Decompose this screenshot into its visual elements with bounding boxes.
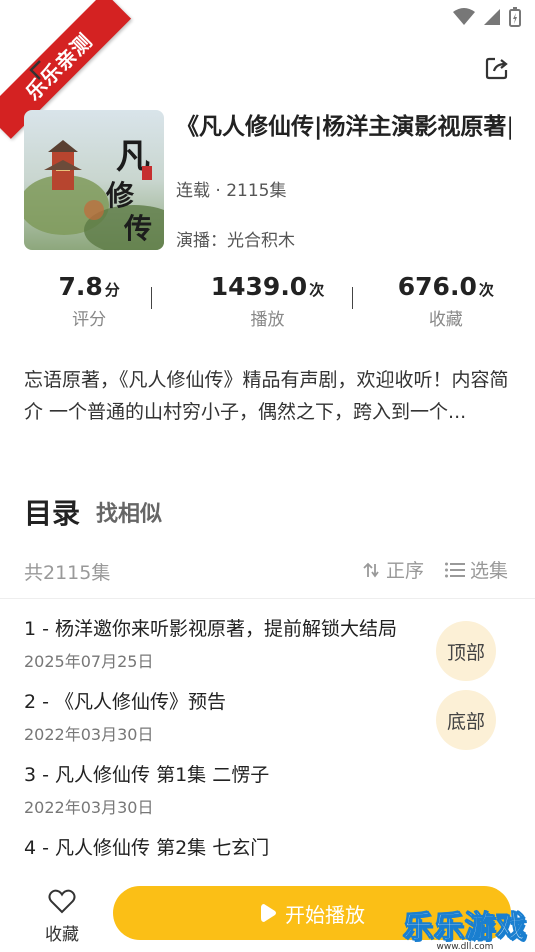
episode-item[interactable]: 2 - 《凡人修仙传》预告 2022年03月30日 <box>24 689 444 745</box>
episode-date: 2025年07月25日 <box>24 652 154 671</box>
stat-rating-value: 7.8 <box>58 272 103 301</box>
stat-divider <box>151 287 152 309</box>
episode-date: 2022年03月30日 <box>24 798 154 817</box>
svg-text:修: 修 <box>105 179 135 212</box>
scroll-bottom-button[interactable]: 底部 <box>436 690 496 750</box>
play-icon <box>261 904 276 922</box>
episode-date: 2022年03月30日 <box>24 725 154 744</box>
stat-rating-unit: 分 <box>104 281 120 299</box>
sort-arrows-icon <box>363 562 379 577</box>
episode-count: 共2115集 <box>24 562 111 584</box>
sort-button[interactable]: 正序 <box>362 556 424 583</box>
sort-label: 正序 <box>386 560 425 582</box>
episode-item[interactable]: 3 - 凡人修仙传 第1集 二愣子 2022年03月30日 <box>24 762 444 818</box>
chevron-left-icon <box>29 60 41 80</box>
album-title: 《凡人修仙传|杨洋主演影视原著|姜广涛 <box>176 114 511 140</box>
stat-divider <box>352 287 353 309</box>
album-cover[interactable]: 凡 修 传 <box>24 110 164 250</box>
select-episodes-button[interactable]: 选集 <box>444 556 508 583</box>
tab-catalog[interactable]: 目录 <box>24 492 80 532</box>
album-description[interactable]: 忘语原著，《凡人修仙传》精品有声剧，欢迎收听！内容简介 一个普通的山村穷小子，偶… <box>24 364 512 428</box>
heart-icon <box>48 889 76 914</box>
episode-item[interactable]: 4 - 凡人修仙传 第2集 七玄门 <box>24 835 444 861</box>
episode-title: 3 - 凡人修仙传 第1集 二愣子 <box>24 764 270 786</box>
stat-plays-unit: 次 <box>309 281 325 299</box>
album-meta: 连载 · 2115集 <box>176 181 287 201</box>
select-label: 选集 <box>470 560 509 582</box>
stat-plays-value: 1439.0 <box>210 272 308 301</box>
status-icons <box>453 7 521 27</box>
episode-item[interactable]: 1 - 杨洋邀你来听影视原著，提前解锁大结局 2025年07月25日 <box>24 616 444 672</box>
stats-row: 7.8 分 评分 1439.0 次 播放 676.0 次 收藏 <box>0 272 535 332</box>
battery-icon <box>509 7 521 27</box>
svg-text:传: 传 <box>123 212 152 245</box>
start-play-label: 开始播放 <box>285 902 365 927</box>
stat-favorites-unit: 次 <box>478 281 494 299</box>
stat-favorites: 676.0 次 收藏 <box>357 272 535 332</box>
tab-similar[interactable]: 找相似 <box>96 496 162 528</box>
site-watermark: 乐乐游戏 www.dll.com <box>403 902 527 952</box>
watermark-text: 乐乐游戏 <box>403 910 527 946</box>
signal-icon <box>484 9 500 25</box>
stat-plays-label: 播放 <box>250 310 285 330</box>
episode-title: 2 - 《凡人修仙传》预告 <box>24 691 227 713</box>
list-icon <box>445 562 465 577</box>
episode-title: 4 - 凡人修仙传 第2集 七玄门 <box>24 837 270 859</box>
album-cast[interactable]: 演播：光合积木 <box>176 226 295 251</box>
episode-title: 1 - 杨洋邀你来听影视原著，提前解锁大结局 <box>24 618 398 640</box>
stat-favorites-label: 收藏 <box>428 310 463 330</box>
stat-plays: 1439.0 次 播放 <box>178 272 356 332</box>
stat-favorites-value: 676.0 <box>397 272 477 301</box>
back-button[interactable] <box>22 56 50 84</box>
share-button[interactable] <box>483 54 511 82</box>
cover-artwork: 凡 修 传 <box>24 110 164 250</box>
wifi-icon <box>453 8 475 25</box>
favorite-label: 收藏 <box>45 925 79 945</box>
scroll-top-button[interactable]: 顶部 <box>436 621 496 681</box>
share-icon <box>485 57 508 80</box>
favorite-button[interactable]: 收藏 <box>40 888 84 945</box>
divider <box>0 598 535 599</box>
